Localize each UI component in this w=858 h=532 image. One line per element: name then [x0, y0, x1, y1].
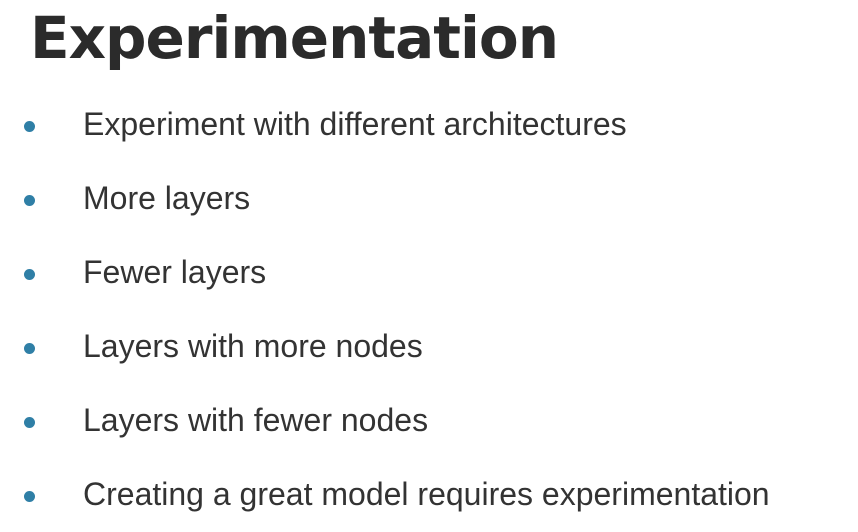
slide: Experimentation Experiment with differen…: [0, 0, 858, 524]
bullet-text: Creating a great model requires experime…: [83, 476, 770, 512]
bullet-item: Layers with more nodes: [0, 310, 858, 384]
bullet-dot-icon: [24, 121, 35, 132]
bullet-dot-icon: [24, 491, 35, 502]
bullet-dot-icon: [24, 417, 35, 428]
bullet-text: More layers: [83, 180, 251, 216]
bullet-item: Layers with fewer nodes: [0, 384, 858, 458]
slide-title: Experimentation: [30, 4, 559, 72]
bullet-text: Fewer layers: [83, 254, 267, 290]
bullet-item: Fewer layers: [0, 236, 858, 310]
bullet-dot-icon: [24, 343, 35, 354]
bullet-list: Experiment with different architectures …: [0, 88, 858, 532]
bullet-dot-icon: [24, 195, 35, 206]
bullet-item: Creating a great model requires experime…: [0, 458, 858, 532]
bullet-text: Layers with fewer nodes: [83, 402, 429, 438]
bullet-text: Experiment with different architectures: [83, 106, 627, 142]
bullet-dot-icon: [24, 269, 35, 280]
bullet-text: Layers with more nodes: [83, 328, 423, 364]
bullet-item: More layers: [0, 162, 858, 236]
bullet-item: Experiment with different architectures: [0, 88, 858, 162]
